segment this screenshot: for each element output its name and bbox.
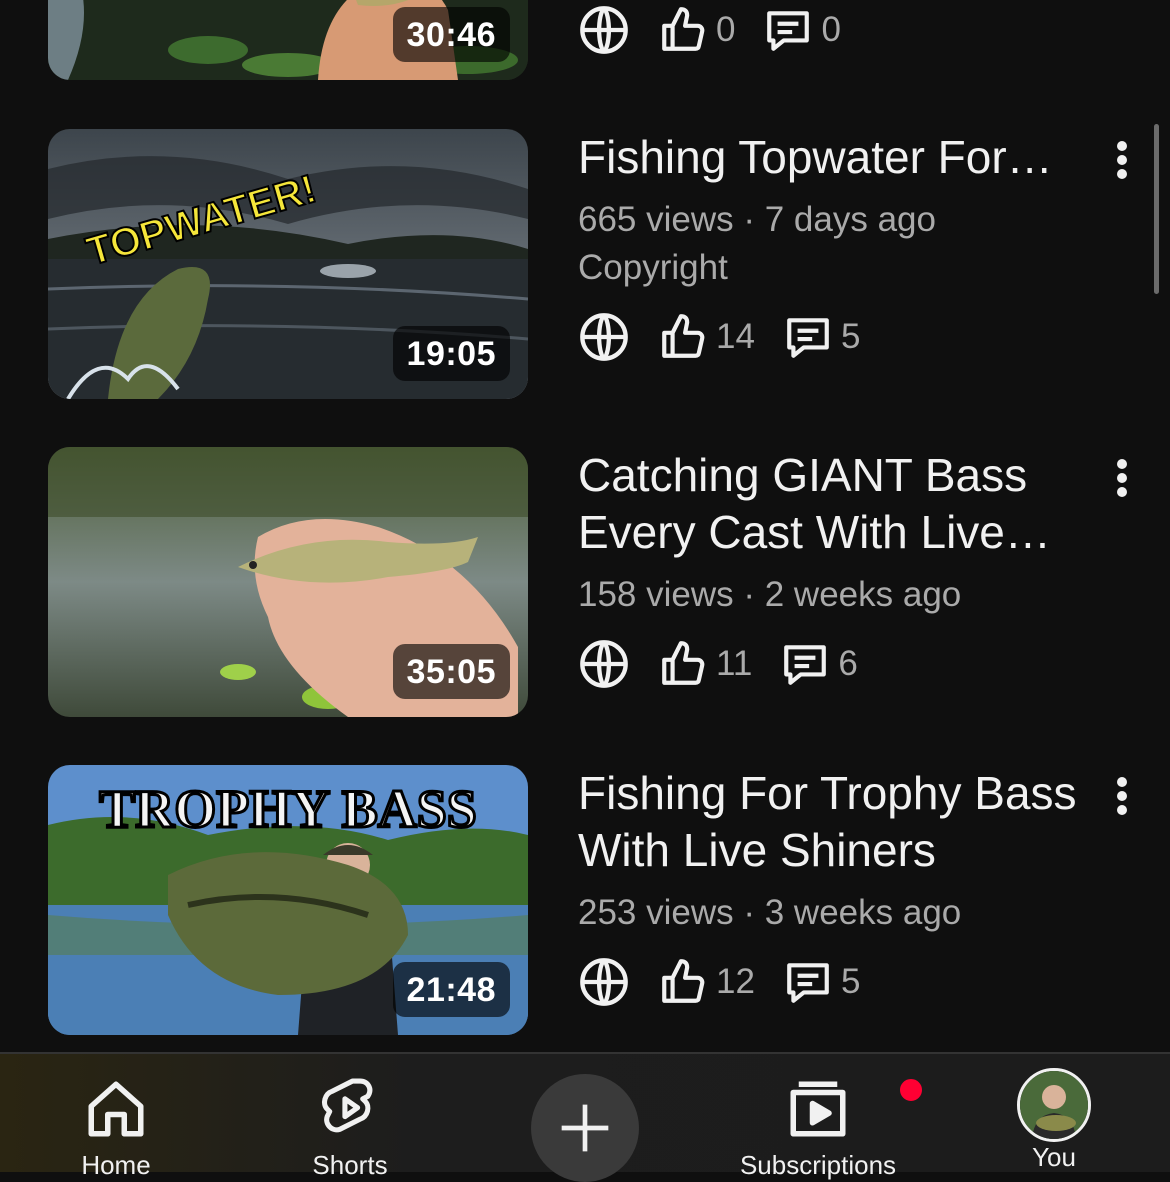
comments-count: 5 bbox=[840, 962, 861, 1001]
video-stats: 0 0 bbox=[578, 0, 1078, 60]
likes-count: 14 bbox=[716, 317, 755, 356]
video-meta: 253 views · 3 weeks ago bbox=[578, 893, 962, 932]
video-meta: 158 views · 2 weeks ago bbox=[578, 575, 962, 614]
more-options-icon[interactable] bbox=[1102, 453, 1142, 503]
comments-count: 6 bbox=[838, 644, 858, 683]
likes-count: 11 bbox=[716, 644, 753, 683]
avatar bbox=[1017, 1068, 1091, 1142]
comments-count: 5 bbox=[840, 317, 861, 356]
video-info: Catching GIANT Bass Every Cast With Live… bbox=[578, 447, 1078, 695]
video-row[interactable]: 30:46 0 0 bbox=[0, 0, 1170, 80]
video-row[interactable]: TOPWATER! 19:05 Fishing Topwater For… 66… bbox=[0, 129, 1170, 399]
video-info: Fishing Topwater For… 665 views · 7 days… bbox=[578, 129, 1078, 368]
copyright-claim[interactable]: Copyright bbox=[578, 244, 1078, 292]
video-thumbnail[interactable]: 30:46 bbox=[48, 0, 528, 80]
globe-icon bbox=[580, 640, 628, 688]
video-row[interactable]: 35:05 Catching GIANT Bass Every Cast Wit… bbox=[0, 447, 1170, 717]
comment-icon bbox=[784, 645, 827, 685]
video-duration: 19:05 bbox=[392, 326, 510, 381]
comment-icon bbox=[767, 11, 810, 51]
thumbs-up-icon bbox=[662, 7, 705, 51]
video-stats: 11 6 bbox=[578, 633, 1078, 695]
likes-stat: 14 bbox=[658, 312, 755, 362]
nav-you[interactable]: You bbox=[1012, 1054, 1096, 1172]
video-thumbnail[interactable]: TROPHY BASS 21:48 bbox=[48, 765, 528, 1035]
video-stats: 14 5 bbox=[578, 306, 1078, 368]
nav-subscriptions-label: Subscriptions bbox=[739, 1150, 897, 1180]
comment-icon bbox=[787, 963, 829, 1003]
video-title[interactable]: Fishing For Trophy Bass With Live Shiner… bbox=[578, 765, 1078, 879]
visibility-public bbox=[578, 956, 630, 1008]
comments-count: 0 bbox=[821, 10, 841, 49]
thumbs-up-icon bbox=[662, 314, 705, 358]
comments-stat: 5 bbox=[783, 957, 860, 1007]
comments-stat: 0 bbox=[763, 5, 841, 55]
comments-stat: 6 bbox=[780, 639, 858, 689]
scrollbar[interactable] bbox=[1154, 124, 1159, 294]
likes-stat: 11 bbox=[658, 639, 752, 689]
visibility-public bbox=[578, 311, 630, 363]
nav-subscriptions[interactable]: Subscriptions bbox=[718, 1054, 925, 1180]
bottom-navigation: Home Shorts Subscriptions You bbox=[0, 1052, 1170, 1182]
likes-count: 12 bbox=[716, 962, 755, 1001]
likes-stat: 12 bbox=[658, 957, 755, 1007]
subscriptions-icon bbox=[790, 1081, 846, 1137]
home-icon bbox=[88, 1081, 144, 1137]
video-thumbnail[interactable]: 35:05 bbox=[48, 447, 528, 717]
nav-home-label: Home bbox=[81, 1150, 151, 1180]
comment-icon bbox=[787, 318, 829, 358]
create-button[interactable] bbox=[531, 1074, 639, 1182]
nav-shorts-label: Shorts bbox=[312, 1150, 388, 1180]
thumbs-up-icon bbox=[662, 641, 705, 685]
globe-icon bbox=[580, 313, 628, 361]
visibility-public bbox=[578, 638, 630, 690]
thumbnail-text: TROPHY BASS bbox=[99, 779, 477, 839]
likes-stat: 0 bbox=[658, 5, 735, 55]
video-feed: 30:46 0 0 TOPWATER! 19:05 Fishing Topwat… bbox=[0, 0, 1170, 1052]
nav-shorts[interactable]: Shorts bbox=[300, 1054, 400, 1180]
video-title[interactable]: Fishing Topwater For… bbox=[578, 129, 1078, 186]
globe-icon bbox=[580, 6, 628, 54]
video-duration: 21:48 bbox=[392, 962, 510, 1017]
video-title[interactable]: Catching GIANT Bass Every Cast With Live… bbox=[578, 447, 1078, 561]
video-stats: 12 5 bbox=[578, 951, 1078, 1013]
more-options-icon[interactable] bbox=[1102, 771, 1142, 821]
video-row[interactable]: TROPHY BASS 21:48 Fishing For Trophy Bas… bbox=[0, 765, 1170, 1035]
video-info: Fishing For Trophy Bass With Live Shiner… bbox=[578, 765, 1078, 1013]
notification-dot bbox=[897, 1076, 925, 1104]
shorts-icon bbox=[321, 1078, 373, 1133]
video-thumbnail[interactable]: TOPWATER! 19:05 bbox=[48, 129, 528, 399]
video-info: 0 0 bbox=[578, 0, 1078, 60]
globe-icon bbox=[580, 958, 628, 1006]
more-options-icon[interactable] bbox=[1102, 135, 1142, 185]
comments-stat: 5 bbox=[783, 312, 860, 362]
likes-count: 0 bbox=[716, 10, 736, 49]
nav-home[interactable]: Home bbox=[68, 1054, 164, 1180]
video-duration: 30:46 bbox=[392, 7, 510, 62]
visibility-public bbox=[578, 4, 630, 56]
plus-icon bbox=[561, 1104, 609, 1152]
thumbs-up-icon bbox=[662, 959, 705, 1003]
video-meta: 665 views · 7 days ago bbox=[578, 200, 936, 239]
nav-you-label: You bbox=[1032, 1142, 1076, 1172]
video-duration: 35:05 bbox=[392, 644, 510, 699]
